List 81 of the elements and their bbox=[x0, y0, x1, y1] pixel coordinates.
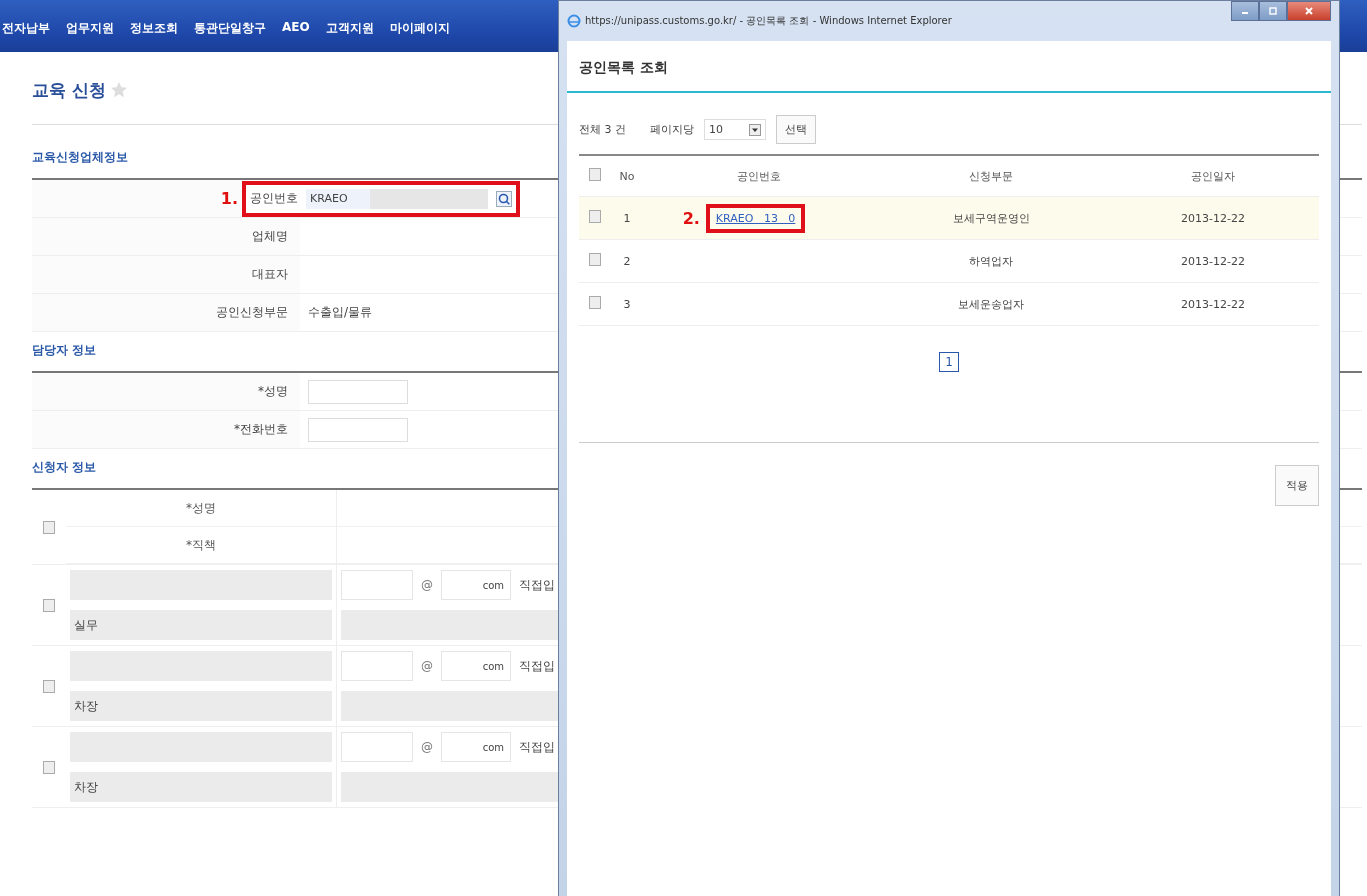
table-cell: 2013-12-22 bbox=[1181, 211, 1245, 225]
nav-item[interactable]: 마이페이지 bbox=[389, 20, 450, 37]
position-input[interactable]: 차장 bbox=[70, 772, 332, 802]
email-input[interactable] bbox=[341, 732, 413, 762]
checkbox[interactable] bbox=[589, 168, 601, 181]
page-number[interactable]: 1 bbox=[939, 352, 959, 372]
apply-button[interactable]: 적용 bbox=[1275, 465, 1319, 506]
close-icon[interactable] bbox=[1304, 6, 1314, 16]
position-input[interactable]: 차장 bbox=[70, 691, 332, 721]
at-sign: @ bbox=[421, 659, 433, 673]
window-title: https://unipass.customs.go.kr/ - 공인목록 조회 - Windows Internet Explorer bbox=[585, 14, 952, 28]
position-input[interactable]: 실무 bbox=[70, 610, 332, 640]
field-value: 수출입/물류 bbox=[308, 304, 373, 321]
table-row[interactable]: 2 하역업자 2013-12-22 bbox=[579, 239, 1319, 283]
checkbox[interactable] bbox=[43, 520, 55, 534]
table-cell: 3 bbox=[623, 297, 631, 311]
maximize-button[interactable] bbox=[1259, 1, 1287, 21]
table-cell: 하역업자 bbox=[969, 254, 1013, 268]
section-heading: 교육신청업체정보 bbox=[32, 149, 128, 166]
annotation-number: 1. bbox=[220, 189, 238, 208]
input-field[interactable] bbox=[308, 417, 408, 442]
email-input[interactable] bbox=[341, 651, 413, 681]
nav-item[interactable]: 업무지원 bbox=[66, 20, 114, 37]
field-label: 공인번호 bbox=[250, 190, 298, 207]
checkbox[interactable] bbox=[589, 253, 601, 266]
number-link[interactable]: KRAEO 13 0 bbox=[715, 211, 796, 225]
table-cell: 보세운송업자 bbox=[958, 297, 1024, 311]
column-header: 신청부문 bbox=[969, 169, 1013, 183]
search-icon[interactable] bbox=[496, 190, 512, 207]
column-header: *직책 bbox=[186, 536, 216, 554]
domain-input[interactable]: com bbox=[441, 570, 511, 600]
popup-heading: 공인목록 조회 bbox=[567, 41, 1331, 93]
checkbox[interactable] bbox=[589, 210, 601, 223]
per-page-select[interactable]: 10 bbox=[704, 119, 766, 140]
checkbox[interactable] bbox=[43, 598, 55, 612]
at-sign: @ bbox=[421, 578, 433, 592]
column-header: No bbox=[619, 169, 635, 183]
nav-item[interactable]: 통관단일창구 bbox=[194, 20, 266, 37]
column-header: 공인번호 bbox=[737, 169, 781, 183]
field-label: *성명 bbox=[258, 383, 288, 400]
table-cell: 2013-12-22 bbox=[1181, 297, 1245, 311]
field-label: 업체명 bbox=[252, 228, 288, 245]
page-title: 교육 신청 bbox=[32, 78, 106, 102]
maximize-icon[interactable] bbox=[1268, 6, 1278, 16]
column-header: 공인일자 bbox=[1191, 169, 1235, 183]
close-button[interactable] bbox=[1287, 1, 1331, 21]
nav-item[interactable]: AEO bbox=[282, 20, 310, 34]
nav-item[interactable]: 고객지원 bbox=[325, 20, 374, 37]
table-cell: 2013-12-22 bbox=[1181, 254, 1245, 268]
table-cell: 2 bbox=[623, 254, 631, 268]
checkbox[interactable] bbox=[43, 679, 55, 693]
nav-item[interactable]: 전자납부 bbox=[2, 20, 50, 37]
section-heading: 담당자 정보 bbox=[32, 342, 97, 359]
star-icon[interactable] bbox=[109, 81, 128, 99]
total-count: 전체 3 건 bbox=[579, 122, 626, 137]
domain-select[interactable]: 직접입 bbox=[519, 657, 555, 675]
search-field[interactable]: KRAEO bbox=[306, 188, 488, 209]
browser-icon bbox=[567, 14, 581, 28]
domain-input[interactable]: com bbox=[441, 732, 511, 762]
per-page-label: 페이지당 bbox=[650, 122, 694, 137]
table-row[interactable]: 1 2. KRAEO 13 0 보세구역운영인 2013-12-22 bbox=[579, 196, 1319, 240]
section-heading: 신청자 정보 bbox=[32, 459, 97, 476]
table-cell: 보세구역운영인 bbox=[952, 211, 1030, 225]
select-button[interactable]: 선택 bbox=[776, 115, 816, 144]
domain-select[interactable]: 직접입 bbox=[519, 738, 555, 756]
annotation-number: 2. bbox=[682, 208, 700, 228]
table-cell: 1 bbox=[623, 211, 631, 225]
at-sign: @ bbox=[421, 740, 433, 754]
domain-input[interactable]: com bbox=[441, 651, 511, 681]
field-label: 대표자 bbox=[252, 266, 288, 283]
column-header: *성명 bbox=[186, 499, 216, 517]
nav-item[interactable]: 정보조회 bbox=[130, 20, 178, 37]
input-field[interactable] bbox=[308, 379, 408, 404]
checkbox[interactable] bbox=[589, 296, 601, 309]
field-label: *전화번호 bbox=[234, 421, 288, 438]
domain-select[interactable]: 직접입 bbox=[519, 576, 555, 594]
minimize-button[interactable] bbox=[1231, 1, 1259, 21]
table-row[interactable]: 3 보세운송업자 2013-12-22 bbox=[579, 282, 1319, 326]
field-label: 공인신청부문 bbox=[216, 304, 288, 321]
checkbox[interactable] bbox=[43, 760, 55, 774]
email-input[interactable] bbox=[341, 570, 413, 600]
